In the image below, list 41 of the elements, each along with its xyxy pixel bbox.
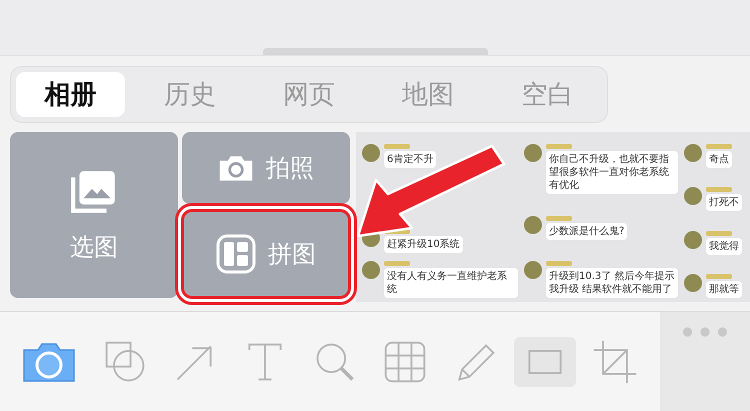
rectangle-tool[interactable] [514, 336, 576, 386]
sender-name-bar [384, 144, 410, 149]
chat-bubble: 打死不 [706, 194, 742, 212]
sender-name-bar [706, 144, 732, 149]
avatar [362, 144, 380, 162]
sender-name-bar [706, 274, 732, 279]
tab[interactable]: 网页 [254, 72, 364, 117]
chat-bubble: 你自己不升级，也就不要指望很多软件一直对你老系统有优化 [546, 151, 678, 194]
avatar [524, 216, 542, 234]
chat-bubble: 那就等 [706, 280, 742, 298]
more-icon[interactable] [682, 326, 728, 338]
avatar [524, 261, 542, 279]
chat-bubble: 升级到10.3了 然后今年提示我升级 结果软件就不能用了 [546, 268, 678, 298]
avatar [684, 230, 702, 249]
tab[interactable]: 历史 [135, 72, 244, 117]
tab[interactable]: 相册 [16, 72, 126, 117]
chat-bubble: 没有人有义务一直维护老系统 [384, 268, 518, 298]
collage-tile[interactable]: 拼图 [184, 212, 348, 296]
avatar [684, 187, 702, 206]
camera-tile[interactable]: 拍照 [182, 132, 350, 204]
sender-name-bar [546, 216, 572, 220]
sender-name-bar [706, 187, 732, 192]
avatar [684, 144, 702, 162]
chat-bubble: 我觉得 [706, 238, 742, 255]
sender-name-bar [384, 261, 410, 266]
tab[interactable]: 地图 [374, 72, 483, 117]
chat-bubble: 6肯定不升 [384, 151, 436, 168]
album-tile[interactable]: 选图 [10, 132, 178, 298]
sheet-handle[interactable] [262, 48, 488, 55]
sender-name-bar [546, 261, 572, 266]
chat-bubble: 少数派是什么鬼? [546, 222, 628, 240]
avatar [684, 274, 702, 292]
avatar [524, 144, 542, 162]
collage-icon [216, 234, 256, 274]
avatar [362, 261, 380, 279]
chat-bubble: 赶紧升级10系统 [384, 236, 463, 253]
tab[interactable]: 空白 [492, 72, 602, 117]
crop-icon [592, 338, 638, 384]
sender-name-bar [546, 144, 572, 149]
chat-bubble: 奇点 [706, 151, 732, 168]
sender-name-bar [706, 230, 732, 236]
